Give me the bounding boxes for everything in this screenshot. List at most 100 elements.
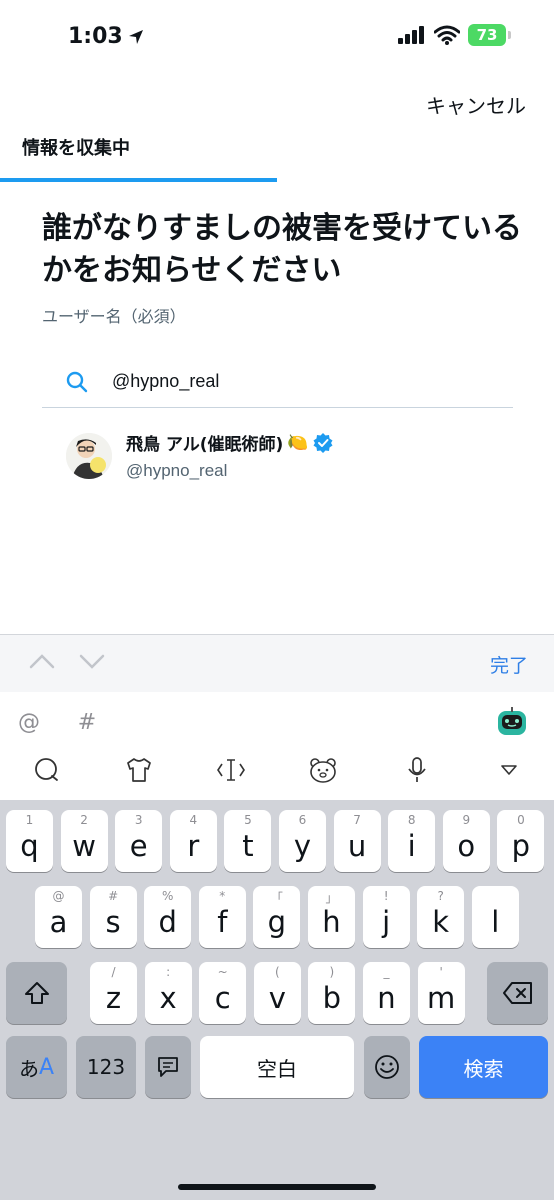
key-s[interactable]: # s bbox=[89, 886, 137, 948]
key-hint: ( bbox=[274, 965, 280, 979]
status-indicators: 73 bbox=[398, 24, 511, 46]
key-letter: i bbox=[407, 829, 416, 863]
key-hint: ' bbox=[439, 965, 443, 979]
key-i[interactable]: 8i bbox=[388, 810, 436, 872]
key-letter: u bbox=[347, 829, 367, 863]
key-hint: # bbox=[108, 889, 119, 903]
cursor-icon[interactable] bbox=[214, 750, 248, 790]
number-mode-key[interactable]: 123 bbox=[76, 1036, 136, 1098]
key-hint: * bbox=[219, 889, 226, 903]
key-hint: 1 bbox=[25, 813, 34, 827]
key-j[interactable]: ! j bbox=[362, 886, 410, 948]
key-hint: 6 bbox=[298, 813, 307, 827]
key-o[interactable]: 9o bbox=[442, 810, 490, 872]
key-letter: e bbox=[129, 829, 148, 863]
key-q[interactable]: 1q bbox=[6, 810, 53, 872]
key-w[interactable]: 2w bbox=[60, 810, 108, 872]
key-letter: y bbox=[293, 829, 312, 863]
emoji-comment-key[interactable] bbox=[145, 1036, 191, 1098]
key-letter: x bbox=[159, 981, 177, 1015]
key-hint: / bbox=[111, 965, 116, 979]
key-r[interactable]: 4r bbox=[169, 810, 217, 872]
at-key[interactable]: @ bbox=[14, 702, 44, 742]
cellular-signal-icon bbox=[398, 26, 424, 44]
key-c[interactable]: ~ c bbox=[199, 962, 247, 1024]
key-letter: m bbox=[426, 981, 456, 1015]
backspace-key[interactable] bbox=[487, 962, 548, 1024]
key-letter: n bbox=[377, 981, 396, 1015]
key-letter: b bbox=[322, 981, 342, 1015]
key-m[interactable]: ' m bbox=[417, 962, 465, 1024]
key-letter: r bbox=[187, 829, 200, 863]
user-display-name: 飛鳥 アル(催眠術師) 🍋 bbox=[126, 430, 334, 455]
shirt-icon[interactable] bbox=[124, 750, 154, 790]
key-hint: % bbox=[161, 889, 174, 903]
key-b[interactable]: ) b bbox=[308, 962, 356, 1024]
key-hint: 8 bbox=[407, 813, 416, 827]
key-hint: 」 bbox=[325, 891, 338, 905]
search-icon bbox=[42, 371, 112, 393]
key-hint: ) bbox=[329, 965, 335, 979]
key-l[interactable]: l bbox=[471, 886, 519, 948]
user-handle: @hypno_real bbox=[126, 461, 228, 480]
lemon-emoji: 🍋 bbox=[287, 432, 309, 453]
key-g[interactable]: 「g bbox=[253, 886, 301, 948]
software-keyboard: 1q2w3e4r5t6y7u8i9o0p @ a # s% d * f 「g」 h! j? k l /… bbox=[0, 800, 554, 1200]
kana-switch-key[interactable]: あA bbox=[6, 1036, 67, 1098]
progress-bar bbox=[0, 178, 277, 182]
alpha-label: A bbox=[38, 1054, 55, 1080]
key-letter: h bbox=[322, 905, 341, 939]
key-letter: w bbox=[72, 829, 96, 863]
verified-badge-icon bbox=[313, 432, 333, 453]
key-n[interactable]: _ n bbox=[363, 962, 410, 1024]
hash-key[interactable]: # bbox=[72, 702, 102, 742]
key-hint: 3 bbox=[134, 813, 143, 827]
key-hint: 2 bbox=[80, 813, 88, 827]
wifi-icon bbox=[434, 25, 460, 45]
done-button[interactable]: 完了 bbox=[490, 651, 528, 678]
key-hint: _ bbox=[383, 965, 390, 979]
key-f[interactable]: * f bbox=[198, 886, 246, 948]
chevron-down-icon[interactable] bbox=[78, 651, 106, 671]
location-arrow-icon bbox=[128, 29, 143, 44]
cancel-button[interactable]: キャンセル bbox=[426, 90, 526, 119]
key-letter: s bbox=[105, 905, 121, 939]
step-label: 情報を収集中 bbox=[22, 138, 130, 159]
emoji-key[interactable] bbox=[364, 1036, 410, 1098]
key-x[interactable]: :x bbox=[144, 962, 192, 1024]
username-search-input[interactable]: @hypno_real bbox=[42, 356, 513, 408]
user-result-text: 飛鳥 アル(催眠術師) 🍋 @hypno_real bbox=[126, 430, 334, 481]
space-key[interactable]: 空白 bbox=[200, 1036, 354, 1098]
key-v[interactable]: (v bbox=[253, 962, 301, 1024]
key-z[interactable]: / z bbox=[90, 962, 137, 1024]
dropdown-triangle-icon[interactable] bbox=[494, 750, 524, 790]
search-key[interactable]: 検索 bbox=[419, 1036, 548, 1098]
key-hint: @ bbox=[52, 889, 65, 903]
key-y[interactable]: 6y bbox=[279, 810, 326, 872]
clock-label: 1:03 bbox=[68, 24, 123, 49]
key-letter: c bbox=[214, 981, 231, 1015]
key-letter: v bbox=[268, 981, 286, 1015]
bear-face-icon[interactable] bbox=[306, 750, 340, 790]
key-a[interactable]: @ a bbox=[35, 886, 82, 948]
key-p[interactable]: 0p bbox=[497, 810, 545, 872]
key-hint: ! bbox=[383, 889, 389, 903]
keyboard-accessory-bar: 完了 bbox=[0, 634, 554, 692]
search-input-value[interactable]: @hypno_real bbox=[112, 371, 219, 392]
shift-key[interactable] bbox=[6, 962, 67, 1024]
kana-label: あ bbox=[18, 1056, 39, 1081]
key-letter: j bbox=[382, 905, 391, 939]
key-e[interactable]: 3e bbox=[115, 810, 163, 872]
page-title: 誰がなりすましの被害を受けているかをお知らせください bbox=[42, 211, 522, 288]
chevron-up-icon[interactable] bbox=[28, 651, 56, 671]
microphone-icon[interactable] bbox=[402, 750, 432, 790]
key-k[interactable]: ? k bbox=[417, 886, 465, 948]
key-hint: 4 bbox=[189, 813, 198, 827]
key-t[interactable]: 5t bbox=[224, 810, 272, 872]
chat-icon[interactable] bbox=[32, 750, 62, 790]
key-h[interactable]: 」 h bbox=[308, 886, 355, 948]
robot-app-icon[interactable] bbox=[494, 704, 530, 740]
user-result-item[interactable]: 飛鳥 アル(催眠術師) 🍋 @hypno_real bbox=[66, 430, 334, 481]
key-u[interactable]: 7u bbox=[333, 810, 381, 872]
key-d[interactable]: % d bbox=[144, 886, 192, 948]
